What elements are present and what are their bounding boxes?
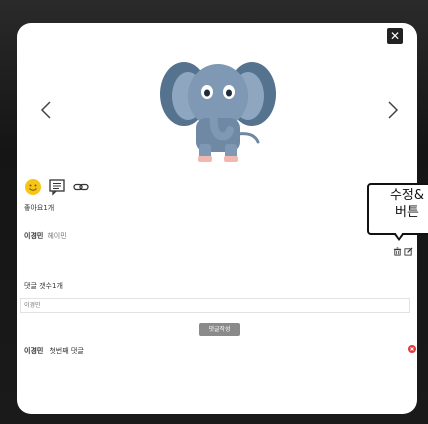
comment-icon[interactable] [48,178,66,196]
comment-item: 이경민 첫번째 댓글 [24,346,84,356]
trash-icon[interactable] [393,247,402,256]
callout-line-1: 수정& [389,188,425,203]
edit-delete-buttons [393,247,413,256]
author-name: 이경민 [24,232,44,240]
close-icon [410,347,414,351]
delete-comment-button[interactable] [408,345,416,353]
chevron-right-icon [388,101,399,119]
callout-tail-fill [395,232,403,238]
comment-author: 이경민 [24,347,44,355]
comment-submit-button[interactable]: 댓글작성 [199,323,240,336]
annotation-callout: 수정& 버튼 [367,183,428,235]
like-emoji-icon[interactable] [24,178,42,196]
reaction-bar [24,178,90,196]
close-button[interactable]: ✕ [387,28,403,44]
link-icon[interactable] [72,178,90,196]
comment-text: 첫번째 댓글 [49,347,84,355]
author-nickname: 헤이민 [47,232,67,240]
comment-input[interactable] [20,298,410,313]
chevron-left-icon [40,101,51,119]
post-author: 이경민 헤이민 [24,231,67,241]
comment-count: 댓글 갯수1개 [24,282,63,290]
likes-count: 좋아요1개 [24,204,55,212]
elephant-image [160,62,276,162]
edit-icon[interactable] [404,247,413,256]
prev-arrow-button[interactable] [40,100,52,125]
next-arrow-button[interactable] [387,100,399,125]
callout-line-2: 버튼 [395,205,419,220]
